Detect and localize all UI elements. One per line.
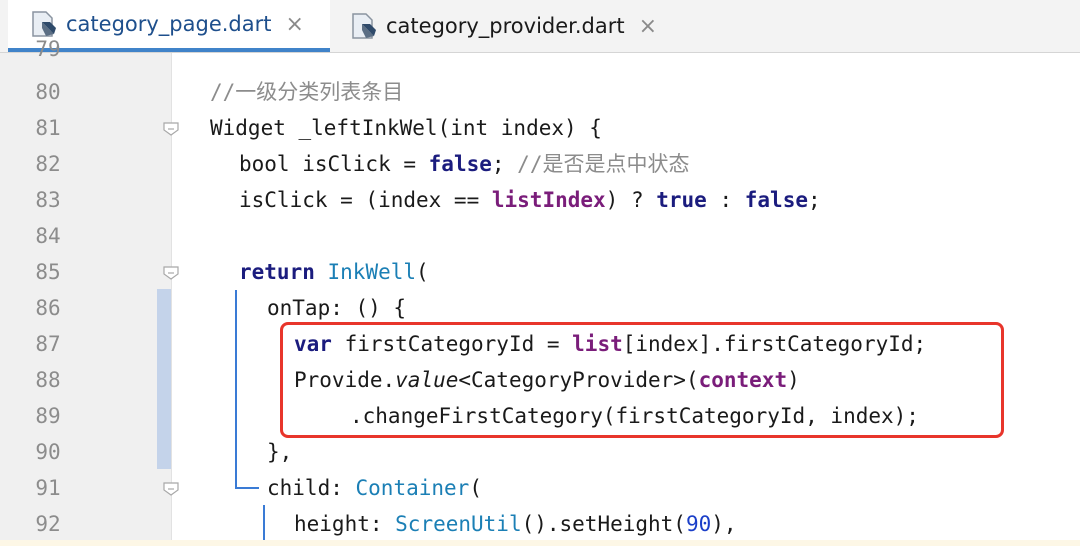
code-text: ().setHeight( bbox=[521, 512, 686, 536]
code-type: ScreenUtil bbox=[395, 512, 522, 536]
fold-marker-icon[interactable] bbox=[163, 266, 179, 280]
code-text: ( bbox=[416, 260, 429, 284]
tab-category-provider[interactable]: category_provider.dart × bbox=[336, 0, 686, 52]
dart-file-icon bbox=[350, 12, 380, 40]
code-comment: //是否是点中状态 bbox=[517, 152, 690, 176]
code-comment: //一级分类列表条目 bbox=[210, 80, 404, 104]
code-text: isClick = (index == bbox=[239, 188, 492, 212]
fold-marker-icon[interactable] bbox=[163, 482, 179, 496]
vcs-change-marker[interactable] bbox=[157, 289, 171, 469]
code-text: onTap: () { bbox=[267, 296, 407, 320]
line-number: 79 bbox=[35, 39, 61, 59]
highlight-annotation-box bbox=[280, 322, 1004, 438]
code-text: : bbox=[706, 188, 745, 212]
dart-file-icon bbox=[30, 10, 60, 38]
code-field: listIndex bbox=[491, 188, 606, 212]
line-number: 81 bbox=[35, 116, 61, 140]
code-line-91[interactable]: child: Container( bbox=[267, 470, 482, 506]
line-number: 86 bbox=[35, 296, 61, 320]
tab-label: category_page.dart bbox=[66, 12, 272, 36]
code-keyword: true bbox=[656, 188, 707, 212]
line-number: 92 bbox=[35, 512, 61, 536]
code-line-82[interactable]: bool isClick = false; //是否是点中状态 bbox=[239, 146, 689, 182]
line-number: 83 bbox=[35, 188, 61, 212]
code-line-90[interactable]: }, bbox=[267, 434, 292, 470]
line-number: 89 bbox=[35, 404, 61, 428]
line-number: 85 bbox=[35, 260, 61, 284]
close-icon[interactable]: × bbox=[286, 12, 304, 37]
editor-tab-bar: category_page.dart × category_provider.d… bbox=[0, 0, 1080, 53]
indent-guide bbox=[235, 290, 237, 488]
code-line-81[interactable]: Widget _leftInkWel(int index) { bbox=[210, 110, 602, 146]
code-text: ; bbox=[491, 152, 518, 176]
line-number: 88 bbox=[35, 368, 61, 392]
line-number: 91 bbox=[35, 476, 61, 500]
code-number: 90 bbox=[685, 512, 712, 536]
fold-marker-icon[interactable] bbox=[163, 122, 179, 136]
bottom-strip bbox=[0, 540, 1080, 546]
code-text: ( bbox=[469, 476, 482, 500]
line-number: 84 bbox=[35, 224, 61, 248]
code-keyword: false bbox=[744, 188, 808, 212]
code-text: ), bbox=[711, 512, 737, 536]
code-type: Container bbox=[355, 476, 470, 500]
code-line-85[interactable]: return InkWell( bbox=[239, 254, 429, 290]
code-text: bool isClick = bbox=[239, 152, 429, 176]
code-line-86[interactable]: onTap: () { bbox=[267, 290, 406, 326]
line-number: 90 bbox=[35, 440, 61, 464]
close-icon[interactable]: × bbox=[639, 14, 657, 39]
code-text: ) ? bbox=[605, 188, 657, 212]
code-keyword: return bbox=[239, 260, 315, 284]
line-number: 82 bbox=[35, 152, 61, 176]
indent-guide bbox=[235, 487, 259, 489]
code-text: child: bbox=[267, 476, 356, 500]
code-keyword: false bbox=[428, 152, 492, 176]
code-line-92[interactable]: height: ScreenUtil().setHeight(90), bbox=[294, 506, 737, 542]
code-text: }, bbox=[267, 440, 293, 464]
code-text: Widget _leftInkWel(int index) { bbox=[210, 116, 602, 140]
tab-label: category_provider.dart bbox=[386, 14, 625, 38]
line-number: 87 bbox=[35, 332, 61, 356]
code-line-83[interactable]: isClick = (index == listIndex) ? true : … bbox=[239, 182, 821, 218]
code-line-80[interactable]: //一级分类列表条目 bbox=[210, 74, 403, 110]
line-number: 80 bbox=[35, 80, 61, 104]
code-type: InkWell bbox=[327, 260, 417, 284]
code-text: height: bbox=[294, 512, 396, 536]
code-text: ; bbox=[807, 188, 821, 212]
